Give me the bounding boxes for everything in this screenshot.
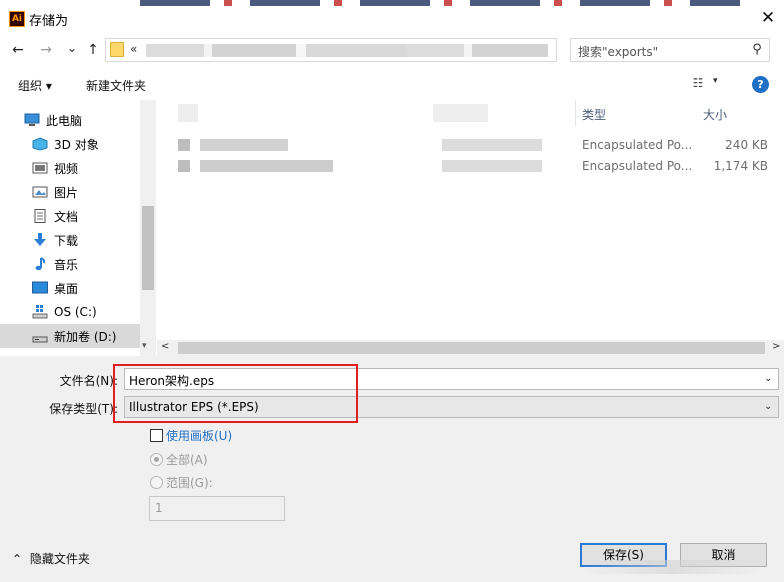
column-header-size[interactable]: 大小 bbox=[703, 106, 727, 123]
cube-icon bbox=[32, 137, 48, 151]
computer-icon bbox=[24, 113, 40, 127]
hide-folders-label: 隐藏文件夹 bbox=[29, 552, 90, 566]
file-type: Encapsulated Po... bbox=[582, 138, 693, 152]
tree-item-new-volume-d[interactable]: 新加卷 (D:) bbox=[0, 324, 140, 348]
file-size: 240 KB bbox=[725, 138, 768, 152]
tree-item-this-pc[interactable]: 此电脑 bbox=[24, 108, 82, 132]
tree-item-downloads[interactable]: 下载 bbox=[32, 228, 78, 252]
tree-item-os-c[interactable]: OS (C:) bbox=[32, 300, 97, 324]
tree-item-label: 文档 bbox=[54, 209, 79, 224]
up-folder-icon[interactable]: ↑ bbox=[83, 40, 103, 60]
file-type: Encapsulated Po... bbox=[582, 159, 693, 173]
all-radio-label: 全部(A) bbox=[166, 453, 208, 467]
range-radio-label: 范围(G): bbox=[166, 476, 213, 490]
app-icon: Ai bbox=[9, 11, 25, 27]
file-date-blurred bbox=[442, 160, 542, 172]
date-column-header-blurred bbox=[433, 104, 488, 122]
tree-item-label: 图片 bbox=[54, 185, 79, 200]
tree-item-label: 桌面 bbox=[54, 281, 79, 296]
tree-item-label: 3D 对象 bbox=[54, 137, 99, 152]
range-radio[interactable] bbox=[150, 476, 163, 489]
search-placeholder: 搜索"exports" bbox=[578, 45, 659, 59]
drive-icon bbox=[32, 305, 48, 319]
chevron-up-icon: ⌃ bbox=[12, 552, 23, 566]
scroll-left-arrow-icon[interactable]: < bbox=[161, 341, 169, 352]
file-name-blurred bbox=[178, 160, 333, 172]
hide-folders-toggle[interactable]: ⌃ 隐藏文件夹 bbox=[12, 550, 90, 567]
range-input-value: 1 bbox=[155, 501, 163, 515]
drive-icon bbox=[32, 329, 48, 343]
desktop-icon bbox=[32, 281, 48, 295]
use-artboards-label[interactable]: 使用画板(U) bbox=[166, 427, 232, 444]
organize-menu[interactable]: 组织 ▾ bbox=[18, 77, 52, 94]
tree-item-pictures[interactable]: 图片 bbox=[32, 180, 78, 204]
recent-locations-chevron-icon[interactable]: ⌄ bbox=[62, 38, 82, 58]
background-windows-strip bbox=[140, 0, 740, 6]
music-icon bbox=[32, 257, 48, 271]
file-date-blurred bbox=[442, 139, 542, 151]
use-artboards-checkbox[interactable] bbox=[150, 429, 163, 442]
file-name-blurred bbox=[178, 139, 288, 151]
tree-item-videos[interactable]: 视频 bbox=[32, 156, 78, 180]
picture-icon bbox=[32, 185, 48, 199]
tree-item-label: 此电脑 bbox=[46, 113, 83, 128]
column-header-type[interactable]: 类型 bbox=[582, 106, 606, 123]
close-icon[interactable]: ✕ bbox=[756, 7, 780, 29]
horizontal-scrollbar-thumb[interactable] bbox=[178, 342, 765, 354]
tree-item-label: 音乐 bbox=[54, 257, 79, 272]
tree-item-desktop[interactable]: 桌面 bbox=[32, 276, 78, 300]
navigation-pane: 此电脑 3D 对象 视频 图片 文档 下载 音乐 桌面 OS (C:) 新加卷 … bbox=[0, 100, 156, 356]
tree-item-label: 下载 bbox=[54, 233, 79, 248]
folder-icon bbox=[110, 42, 124, 57]
filename-dropdown-chevron-icon[interactable]: ⌄ bbox=[764, 373, 772, 384]
download-icon bbox=[32, 233, 48, 247]
table-row[interactable]: Encapsulated Po... 240 KB bbox=[157, 136, 784, 156]
annotation-highlight-box bbox=[113, 364, 358, 423]
tree-item-music[interactable]: 音乐 bbox=[32, 252, 78, 276]
breadcrumb-path bbox=[146, 44, 548, 57]
new-folder-button[interactable]: 新建文件夹 bbox=[86, 77, 146, 94]
back-arrow-icon[interactable]: ← bbox=[8, 40, 28, 60]
scroll-right-arrow-icon[interactable]: > bbox=[772, 341, 780, 352]
tree-item-label: OS (C:) bbox=[54, 305, 97, 319]
window-title: 存储为 bbox=[29, 14, 69, 29]
tree-item-3d-objects[interactable]: 3D 对象 bbox=[32, 132, 99, 156]
view-options-icon[interactable]: ☷ bbox=[689, 76, 707, 92]
video-icon bbox=[32, 161, 48, 175]
range-input[interactable] bbox=[149, 496, 285, 521]
view-dropdown-chevron-icon[interactable]: ▾ bbox=[713, 76, 718, 86]
name-column-header-blurred bbox=[178, 104, 198, 122]
breadcrumb-overflow-icon[interactable]: « bbox=[130, 42, 137, 56]
tree-item-label: 视频 bbox=[54, 161, 79, 176]
tree-item-documents[interactable]: 文档 bbox=[32, 204, 78, 228]
help-icon[interactable]: ? bbox=[752, 76, 769, 93]
all-radio[interactable] bbox=[150, 453, 163, 466]
watermark-overlay bbox=[582, 560, 762, 574]
filetype-dropdown-chevron-icon[interactable]: ⌄ bbox=[764, 401, 772, 412]
radio-selected-dot bbox=[154, 457, 159, 462]
filename-label: 文件名(N): bbox=[59, 374, 118, 388]
filetype-label: 保存类型(T): bbox=[49, 402, 118, 416]
forward-arrow-icon[interactable]: → bbox=[36, 40, 56, 60]
document-icon bbox=[32, 209, 48, 223]
navigation-pane-scrollbar-thumb[interactable] bbox=[142, 206, 154, 290]
search-icon[interactable]: ⚲ bbox=[749, 42, 765, 58]
tree-item-label: 新加卷 (D:) bbox=[54, 329, 117, 344]
scroll-down-arrow-icon[interactable]: ▾ bbox=[142, 341, 147, 351]
column-separator bbox=[575, 100, 576, 126]
file-size: 1,174 KB bbox=[713, 159, 768, 173]
table-row[interactable]: Encapsulated Po... 1,174 KB bbox=[157, 157, 784, 177]
